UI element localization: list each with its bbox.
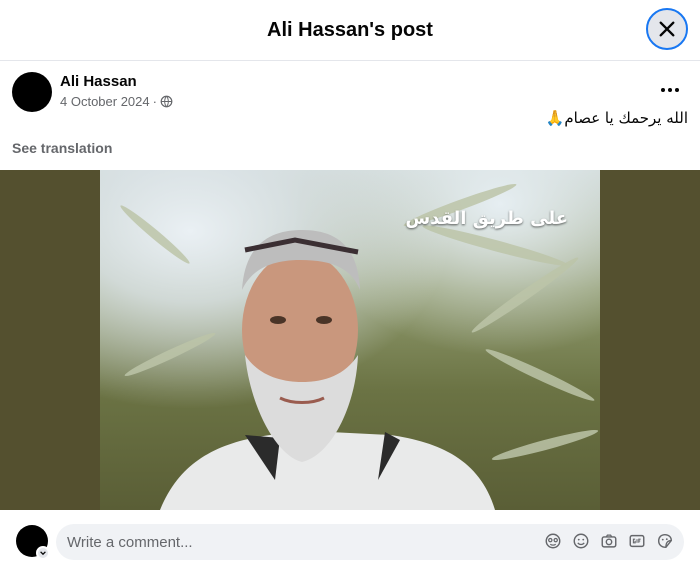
comment-composer — [0, 510, 700, 577]
more-dot — [675, 88, 679, 92]
more-options-button[interactable] — [656, 80, 684, 100]
camera-icon — [601, 534, 617, 548]
globe-icon[interactable] — [160, 95, 173, 108]
more-dot — [668, 88, 672, 92]
sticker-icon — [657, 533, 673, 549]
meta-separator: · — [152, 94, 157, 109]
comment-box[interactable] — [56, 524, 684, 560]
emoji-button[interactable] — [572, 532, 590, 550]
emoji-icon — [573, 533, 589, 549]
see-translation-link[interactable]: See translation — [12, 140, 112, 156]
profile-switch-badge[interactable] — [36, 546, 50, 560]
photo-caption: على طريق القدس — [405, 208, 568, 229]
more-dot — [661, 88, 665, 92]
close-icon — [659, 21, 675, 37]
sticker-button[interactable] — [656, 532, 674, 550]
dialog-header: Ali Hassan's post — [0, 0, 700, 61]
post-date[interactable]: 4 October 2024 — [60, 94, 150, 109]
avatar-sticker-button[interactable] — [544, 532, 562, 550]
post-media: على طريق القدس — [0, 170, 700, 510]
comment-input[interactable] — [67, 533, 507, 551]
chevron-down-icon — [40, 551, 46, 556]
gif-icon — [629, 534, 645, 548]
dialog-title: Ali Hassan's post — [267, 18, 433, 41]
comment-tools — [544, 532, 674, 550]
post-header: Ali Hassan 4 October 2024 · — [12, 72, 688, 114]
camera-button[interactable] — [600, 532, 618, 550]
avatar-sticker-icon — [545, 533, 561, 549]
post-text: الله يرحمك يا عصام🙏 — [545, 109, 688, 127]
post-meta: 4 October 2024 · — [60, 94, 173, 109]
close-button[interactable] — [646, 8, 688, 50]
author-name[interactable]: Ali Hassan — [60, 73, 137, 90]
post-dialog: Ali Hassan's post Ali Hassan 4 October 2… — [0, 0, 700, 577]
author-avatar[interactable] — [12, 72, 52, 112]
gif-button[interactable] — [628, 532, 646, 550]
post-photo[interactable]: على طريق القدس — [100, 170, 600, 510]
